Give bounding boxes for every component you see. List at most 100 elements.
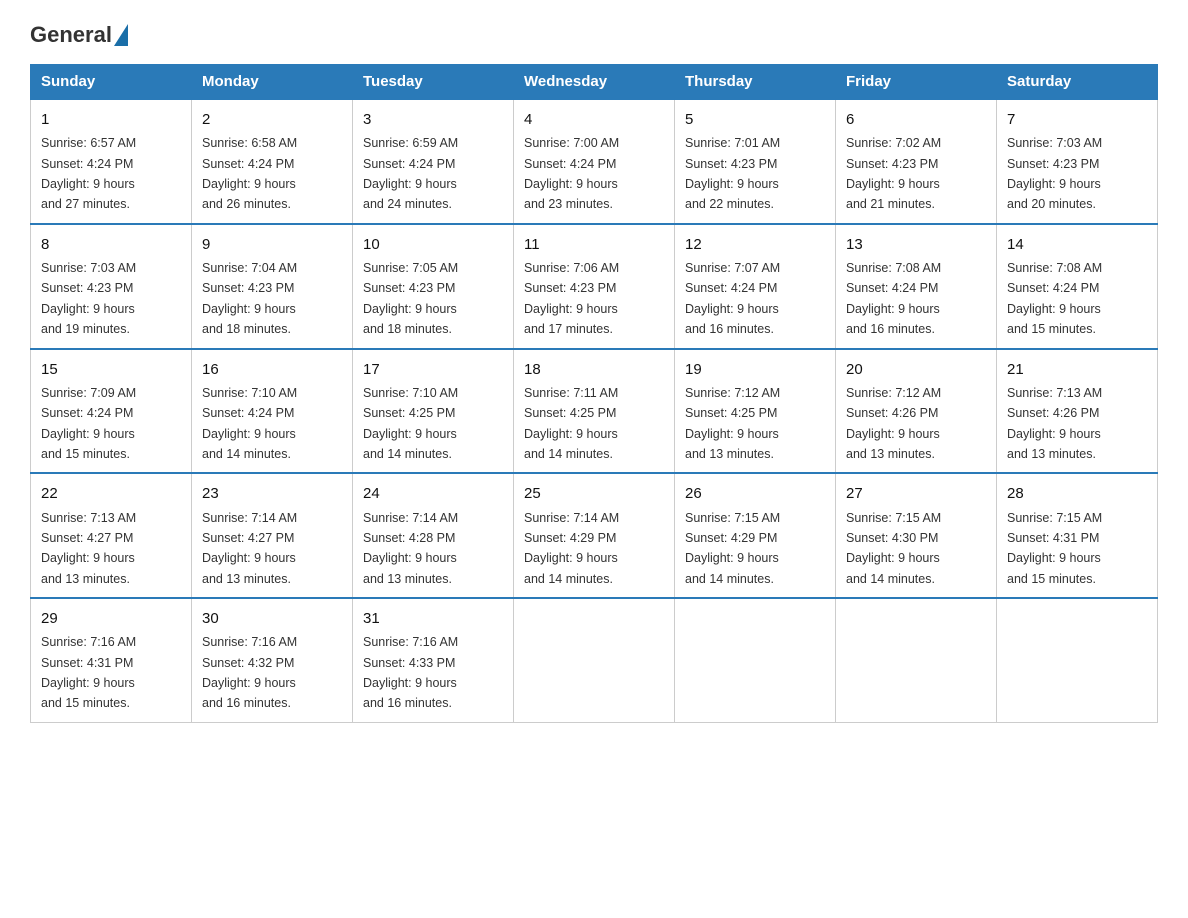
day-info: Sunrise: 6:57 AMSunset: 4:24 PMDaylight:… bbox=[41, 136, 136, 211]
day-info: Sunrise: 7:05 AMSunset: 4:23 PMDaylight:… bbox=[363, 261, 458, 336]
week-row-1: 1Sunrise: 6:57 AMSunset: 4:24 PMDaylight… bbox=[31, 99, 1158, 224]
day-info: Sunrise: 7:04 AMSunset: 4:23 PMDaylight:… bbox=[202, 261, 297, 336]
day-info: Sunrise: 7:00 AMSunset: 4:24 PMDaylight:… bbox=[524, 136, 619, 211]
day-cell: 3Sunrise: 6:59 AMSunset: 4:24 PMDaylight… bbox=[353, 99, 514, 224]
day-number: 3 bbox=[363, 108, 503, 131]
week-row-5: 29Sunrise: 7:16 AMSunset: 4:31 PMDayligh… bbox=[31, 598, 1158, 722]
day-number: 19 bbox=[685, 358, 825, 381]
day-cell: 26 Sunrise: 7:15 AMSunset: 4:29 PMDayligh… bbox=[675, 473, 836, 598]
header-row: SundayMondayTuesdayWednesdayThursdayFrid… bbox=[31, 65, 1158, 100]
calendar-table: SundayMondayTuesdayWednesdayThursdayFrid… bbox=[30, 64, 1158, 723]
day-cell: 28 Sunrise: 7:15 AMSunset: 4:31 PMDayligh… bbox=[997, 473, 1158, 598]
day-info: Sunrise: 7:14 AMSunset: 4:28 PMDaylight:… bbox=[363, 511, 458, 586]
week-row-3: 15 Sunrise: 7:09 AMSunset: 4:24 PMDayligh… bbox=[31, 349, 1158, 474]
day-info: Sunrise: 7:15 AMSunset: 4:29 PMDaylight:… bbox=[685, 511, 780, 586]
logo-general-text: General bbox=[30, 24, 112, 46]
day-cell: 4 Sunrise: 7:00 AMSunset: 4:24 PMDaylight… bbox=[514, 99, 675, 224]
day-cell: 1Sunrise: 6:57 AMSunset: 4:24 PMDaylight… bbox=[31, 99, 192, 224]
day-number: 31 bbox=[363, 607, 503, 630]
day-info: Sunrise: 7:16 AMSunset: 4:32 PMDaylight:… bbox=[202, 635, 297, 710]
day-info: Sunrise: 7:14 AMSunset: 4:27 PMDaylight:… bbox=[202, 511, 297, 586]
day-info: Sunrise: 7:15 AMSunset: 4:31 PMDaylight:… bbox=[1007, 511, 1102, 586]
day-number: 5 bbox=[685, 108, 825, 131]
day-cell: 23 Sunrise: 7:14 AMSunset: 4:27 PMDayligh… bbox=[192, 473, 353, 598]
day-cell: 18 Sunrise: 7:11 AMSunset: 4:25 PMDayligh… bbox=[514, 349, 675, 474]
day-cell bbox=[675, 598, 836, 722]
header-cell-thursday: Thursday bbox=[675, 65, 836, 100]
day-number: 17 bbox=[363, 358, 503, 381]
day-number: 26 bbox=[685, 482, 825, 505]
day-number: 20 bbox=[846, 358, 986, 381]
day-cell: 10 Sunrise: 7:05 AMSunset: 4:23 PMDayligh… bbox=[353, 224, 514, 349]
day-number: 10 bbox=[363, 233, 503, 256]
day-info: Sunrise: 7:16 AMSunset: 4:31 PMDaylight:… bbox=[41, 635, 136, 710]
day-info: Sunrise: 7:12 AMSunset: 4:25 PMDaylight:… bbox=[685, 386, 780, 461]
day-info: Sunrise: 7:03 AMSunset: 4:23 PMDaylight:… bbox=[1007, 136, 1102, 211]
day-number: 12 bbox=[685, 233, 825, 256]
day-cell bbox=[836, 598, 997, 722]
day-info: Sunrise: 7:09 AMSunset: 4:24 PMDaylight:… bbox=[41, 386, 136, 461]
day-cell: 12 Sunrise: 7:07 AMSunset: 4:24 PMDayligh… bbox=[675, 224, 836, 349]
day-cell: 16Sunrise: 7:10 AMSunset: 4:24 PMDayligh… bbox=[192, 349, 353, 474]
day-number: 25 bbox=[524, 482, 664, 505]
day-cell bbox=[997, 598, 1158, 722]
day-info: Sunrise: 7:15 AMSunset: 4:30 PMDaylight:… bbox=[846, 511, 941, 586]
day-number: 30 bbox=[202, 607, 342, 630]
day-cell: 30 Sunrise: 7:16 AMSunset: 4:32 PMDayligh… bbox=[192, 598, 353, 722]
day-cell: 15 Sunrise: 7:09 AMSunset: 4:24 PMDayligh… bbox=[31, 349, 192, 474]
week-row-4: 22 Sunrise: 7:13 AMSunset: 4:27 PMDayligh… bbox=[31, 473, 1158, 598]
header: General bbox=[30, 24, 1158, 44]
day-cell: 17 Sunrise: 7:10 AMSunset: 4:25 PMDayligh… bbox=[353, 349, 514, 474]
day-number: 9 bbox=[202, 233, 342, 256]
calendar-body: 1Sunrise: 6:57 AMSunset: 4:24 PMDaylight… bbox=[31, 99, 1158, 722]
day-info: Sunrise: 7:06 AMSunset: 4:23 PMDaylight:… bbox=[524, 261, 619, 336]
day-cell: 25 Sunrise: 7:14 AMSunset: 4:29 PMDayligh… bbox=[514, 473, 675, 598]
day-number: 4 bbox=[524, 108, 664, 131]
day-info: Sunrise: 7:14 AMSunset: 4:29 PMDaylight:… bbox=[524, 511, 619, 586]
day-cell: 19 Sunrise: 7:12 AMSunset: 4:25 PMDayligh… bbox=[675, 349, 836, 474]
day-info: Sunrise: 7:08 AMSunset: 4:24 PMDaylight:… bbox=[1007, 261, 1102, 336]
day-number: 24 bbox=[363, 482, 503, 505]
day-info: Sunrise: 7:02 AMSunset: 4:23 PMDaylight:… bbox=[846, 136, 941, 211]
day-number: 28 bbox=[1007, 482, 1147, 505]
day-number: 11 bbox=[524, 233, 664, 256]
day-number: 22 bbox=[41, 482, 181, 505]
header-cell-wednesday: Wednesday bbox=[514, 65, 675, 100]
day-cell: 20Sunrise: 7:12 AMSunset: 4:26 PMDayligh… bbox=[836, 349, 997, 474]
day-number: 2 bbox=[202, 108, 342, 131]
day-number: 8 bbox=[41, 233, 181, 256]
day-info: Sunrise: 7:03 AMSunset: 4:23 PMDaylight:… bbox=[41, 261, 136, 336]
day-number: 27 bbox=[846, 482, 986, 505]
day-info: Sunrise: 7:16 AMSunset: 4:33 PMDaylight:… bbox=[363, 635, 458, 710]
calendar-header: SundayMondayTuesdayWednesdayThursdayFrid… bbox=[31, 65, 1158, 100]
day-number: 16 bbox=[202, 358, 342, 381]
day-cell: 14 Sunrise: 7:08 AMSunset: 4:24 PMDayligh… bbox=[997, 224, 1158, 349]
day-cell: 29Sunrise: 7:16 AMSunset: 4:31 PMDayligh… bbox=[31, 598, 192, 722]
day-number: 14 bbox=[1007, 233, 1147, 256]
day-cell: 5 Sunrise: 7:01 AMSunset: 4:23 PMDaylight… bbox=[675, 99, 836, 224]
day-cell: 24 Sunrise: 7:14 AMSunset: 4:28 PMDayligh… bbox=[353, 473, 514, 598]
day-number: 7 bbox=[1007, 108, 1147, 131]
day-info: Sunrise: 7:10 AMSunset: 4:25 PMDaylight:… bbox=[363, 386, 458, 461]
day-number: 18 bbox=[524, 358, 664, 381]
day-info: Sunrise: 7:08 AMSunset: 4:24 PMDaylight:… bbox=[846, 261, 941, 336]
logo-triangle-icon bbox=[114, 24, 128, 46]
day-cell: 2 Sunrise: 6:58 AMSunset: 4:24 PMDaylight… bbox=[192, 99, 353, 224]
week-row-2: 8 Sunrise: 7:03 AMSunset: 4:23 PMDaylight… bbox=[31, 224, 1158, 349]
day-info: Sunrise: 6:58 AMSunset: 4:24 PMDaylight:… bbox=[202, 136, 297, 211]
day-cell: 21Sunrise: 7:13 AMSunset: 4:26 PMDayligh… bbox=[997, 349, 1158, 474]
day-info: Sunrise: 7:13 AMSunset: 4:27 PMDaylight:… bbox=[41, 511, 136, 586]
day-cell: 6Sunrise: 7:02 AMSunset: 4:23 PMDaylight… bbox=[836, 99, 997, 224]
day-info: Sunrise: 7:01 AMSunset: 4:23 PMDaylight:… bbox=[685, 136, 780, 211]
day-number: 13 bbox=[846, 233, 986, 256]
header-cell-monday: Monday bbox=[192, 65, 353, 100]
day-info: Sunrise: 7:07 AMSunset: 4:24 PMDaylight:… bbox=[685, 261, 780, 336]
day-number: 23 bbox=[202, 482, 342, 505]
day-cell: 8 Sunrise: 7:03 AMSunset: 4:23 PMDaylight… bbox=[31, 224, 192, 349]
logo: General bbox=[30, 24, 130, 44]
day-number: 15 bbox=[41, 358, 181, 381]
day-info: Sunrise: 7:11 AMSunset: 4:25 PMDaylight:… bbox=[524, 386, 618, 461]
header-cell-sunday: Sunday bbox=[31, 65, 192, 100]
day-cell: 22 Sunrise: 7:13 AMSunset: 4:27 PMDayligh… bbox=[31, 473, 192, 598]
day-cell bbox=[514, 598, 675, 722]
